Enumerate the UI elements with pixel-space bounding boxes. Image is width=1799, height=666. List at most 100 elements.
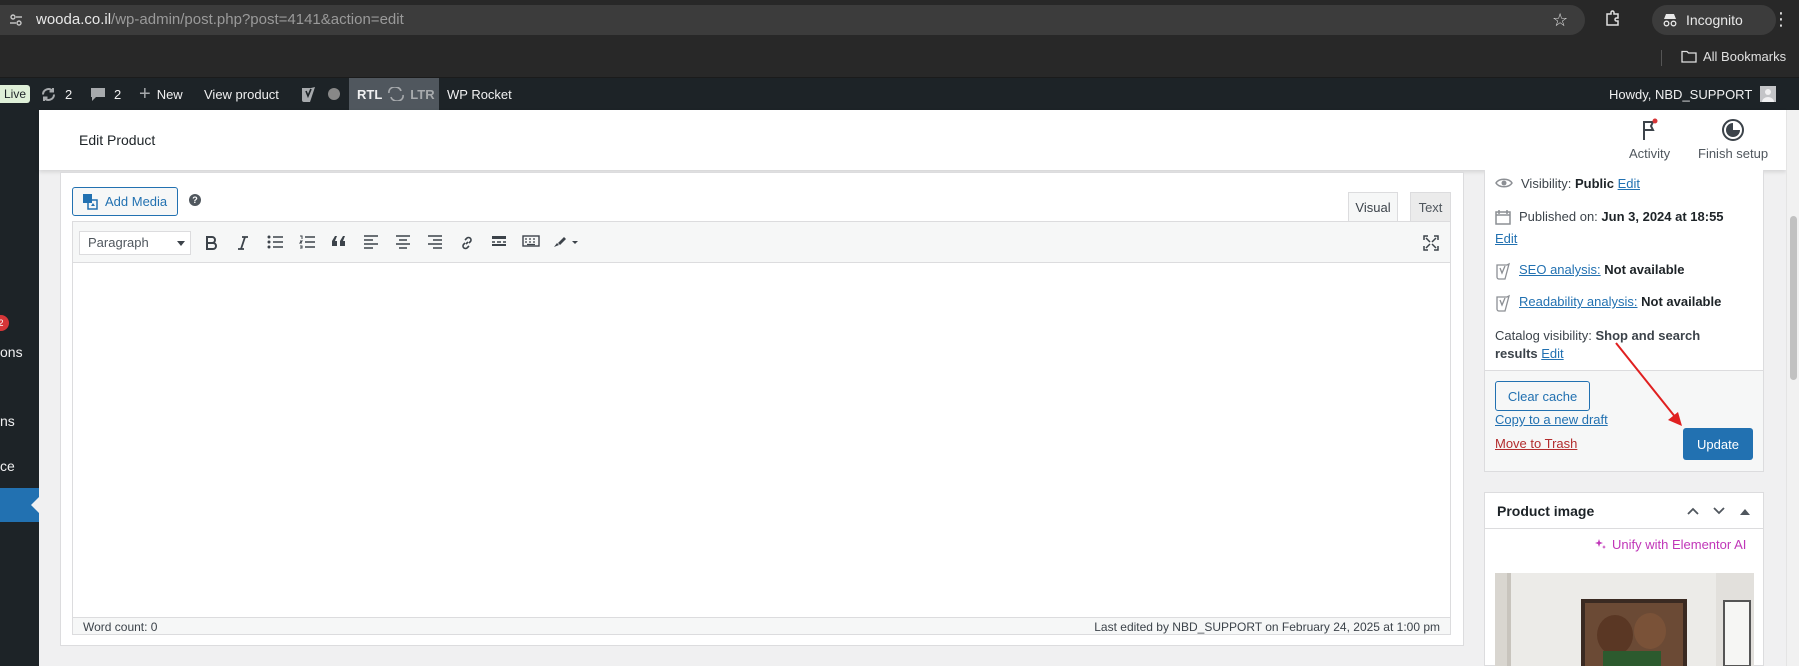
finish-setup-label: Finish setup (1698, 146, 1769, 161)
clear-cache-button[interactable]: Clear cache (1495, 381, 1590, 411)
rtl-label: RTL (357, 86, 383, 102)
toolbar-toggle-button[interactable] (521, 233, 541, 253)
product-image-title: Product image (1497, 503, 1595, 519)
menu-notification-badge: 2 (0, 315, 9, 331)
align-right-button[interactable] (425, 233, 445, 253)
eye-icon (1495, 178, 1513, 188)
help-icon[interactable]: ? (189, 194, 201, 206)
move-up-button[interactable] (1683, 501, 1703, 521)
paintbrush-icon (554, 237, 578, 247)
move-down-button[interactable] (1709, 501, 1729, 521)
bookmark-star-icon[interactable]: ☆ (1552, 11, 1568, 29)
toggle-panel-button[interactable] (1735, 501, 1755, 521)
incognito-indicator[interactable]: Incognito (1652, 5, 1776, 35)
insert-link-button[interactable] (457, 233, 477, 253)
new-content-item[interactable]: + New (139, 78, 183, 110)
sidebar-item-fragment-3[interactable]: ce (0, 458, 15, 474)
italic-button[interactable] (233, 233, 253, 253)
activity-label: Activity (1629, 146, 1671, 161)
chevron-down-icon (1713, 507, 1725, 515)
align-right-icon (428, 235, 442, 249)
comments-count: 2 (114, 86, 122, 102)
unify-elementor-ai-label: Unify with Elementor AI (1612, 537, 1747, 552)
site-settings-icon[interactable] (8, 12, 24, 28)
seo-analysis-value: Not available (1604, 262, 1685, 277)
format-select-value: Paragraph (88, 235, 149, 250)
extensions-icon[interactable] (1604, 9, 1622, 27)
updates-item[interactable]: 2 (40, 78, 72, 110)
align-center-button[interactable] (393, 233, 413, 253)
page-title: Edit Product (79, 132, 156, 148)
avatar (1760, 86, 1777, 102)
yoast-readability-icon (1496, 294, 1510, 312)
visibility-edit-link[interactable]: Edit (1618, 176, 1640, 191)
bookmarks-divider (1661, 50, 1662, 66)
address-bar[interactable]: wooda.co.il/wp-admin/post.php?post=4141&… (0, 5, 1585, 35)
sidebar-item-fragment-2[interactable]: ns (0, 413, 15, 429)
sidebar-item-fragment-1[interactable]: ons (0, 344, 23, 360)
editor-toolbar: Paragraph (72, 221, 1451, 263)
catalog-visibility-label: Catalog visibility: (1495, 328, 1592, 343)
updates-count: 2 (65, 86, 73, 102)
page-scrollbar[interactable] (1786, 110, 1799, 666)
comment-icon (91, 87, 105, 101)
catalog-visibility-edit-link[interactable]: Edit (1541, 346, 1563, 361)
view-product-link[interactable]: View product (204, 78, 279, 110)
numbered-list-icon (299, 235, 315, 249)
product-image-thumbnail[interactable] (1495, 573, 1754, 666)
seo-analysis-row: SEO analysis: Not available (1495, 262, 1684, 280)
finish-setup-button[interactable]: Finish setup (1698, 118, 1768, 166)
wp-rocket-menu[interactable]: WP Rocket (447, 78, 512, 110)
fullscreen-icon (1423, 235, 1439, 251)
text-color-button[interactable] (551, 233, 581, 253)
yoast-item[interactable] (300, 78, 340, 110)
bullet-list-button[interactable] (265, 233, 285, 253)
flag-icon (1642, 118, 1658, 140)
browser-menu-icon[interactable]: ⋮ (1772, 8, 1790, 30)
progress-ring-icon (1722, 119, 1745, 141)
readability-link[interactable]: Readability analysis: (1519, 294, 1638, 309)
scrollbar-thumb[interactable] (1790, 216, 1797, 380)
seo-analysis-link[interactable]: SEO analysis: (1519, 262, 1601, 277)
add-media-button[interactable]: Add Media (72, 187, 178, 216)
tab-visual[interactable]: Visual (1348, 192, 1398, 221)
visibility-row: Visibility: Public Edit (1495, 176, 1640, 191)
comments-item[interactable]: 2 (90, 78, 121, 110)
editor-status-bar: Word count: 0 Last edited by NBD_SUPPORT… (72, 617, 1451, 635)
align-left-icon (364, 235, 378, 249)
italic-icon (238, 236, 248, 250)
update-button[interactable]: Update (1683, 428, 1753, 460)
format-select[interactable]: Paragraph (79, 231, 191, 255)
fullscreen-button[interactable] (1421, 233, 1441, 253)
read-more-button[interactable] (489, 233, 509, 253)
live-badge[interactable]: Live (0, 85, 31, 103)
published-edit-link[interactable]: Edit (1495, 231, 1517, 246)
chevron-up-icon (1687, 507, 1699, 515)
move-to-trash-link[interactable]: Move to Trash (1495, 436, 1577, 451)
all-bookmarks-button[interactable]: All Bookmarks (1681, 49, 1786, 64)
account-menu[interactable]: Howdy, NBD_SUPPORT (1609, 78, 1777, 110)
calendar-icon (1495, 210, 1511, 225)
yoast-seo-icon (1496, 262, 1510, 280)
numbered-list-button[interactable] (297, 233, 317, 253)
copy-to-draft-link[interactable]: Copy to a new draft (1495, 412, 1608, 427)
editor-content-area[interactable] (72, 263, 1451, 617)
unify-elementor-ai-link[interactable]: Unify with Elementor AI (1594, 537, 1746, 552)
browser-toolbar: wooda.co.il/wp-admin/post.php?post=4141&… (0, 0, 1799, 40)
blockquote-button[interactable] (329, 233, 349, 253)
word-count: Word count: 0 (83, 620, 158, 634)
url-text[interactable]: wooda.co.il/wp-admin/post.php?post=4141&… (36, 11, 404, 28)
tab-text[interactable]: Text (1410, 192, 1451, 221)
sidebar-item-active[interactable] (0, 488, 39, 522)
annotation-arrow-icon (1615, 342, 1682, 426)
activity-button[interactable]: Activity (1629, 118, 1670, 166)
readability-row: Readability analysis: Not available (1495, 294, 1721, 312)
woocommerce-header: Edit Product Activity Finish setup (39, 110, 1786, 170)
quote-icon (332, 236, 345, 246)
bold-button[interactable] (201, 233, 221, 253)
visibility-label: Visibility: (1521, 176, 1572, 191)
align-left-button[interactable] (361, 233, 381, 253)
keyboard-icon (522, 235, 540, 247)
last-edited-info: Last edited by NBD_SUPPORT on February 2… (1094, 620, 1440, 634)
rtl-ltr-toggle[interactable]: RTL LTR (349, 78, 439, 110)
